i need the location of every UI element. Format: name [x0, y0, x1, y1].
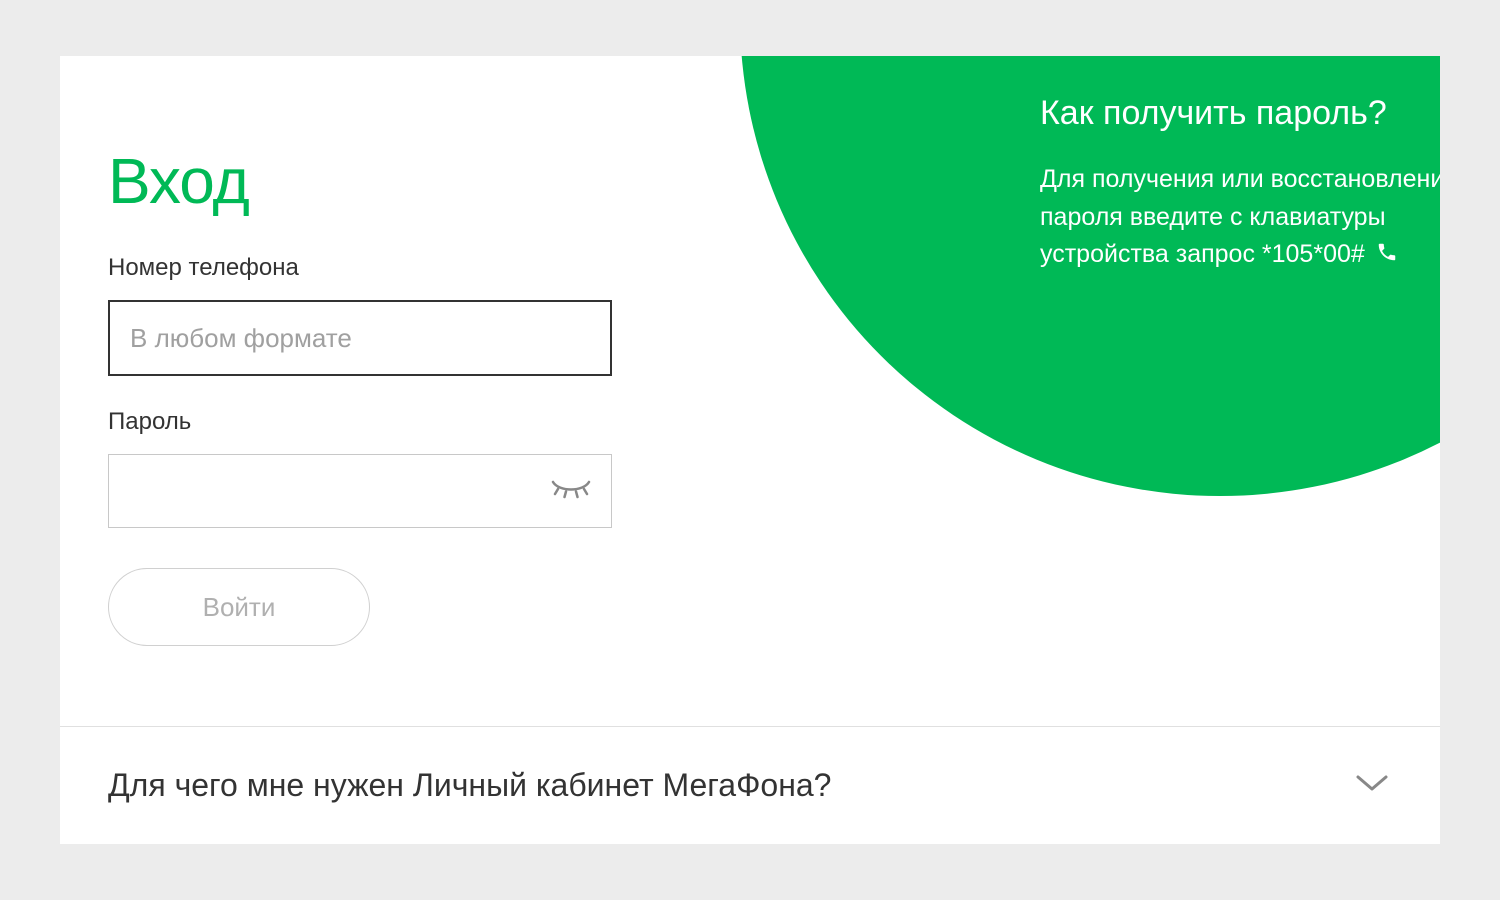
toggle-password-visibility-button[interactable] [549, 476, 593, 506]
password-input-wrapper [108, 454, 612, 528]
login-card: Как получить пароль? Для получения или в… [60, 56, 1440, 844]
chevron-down-icon [1352, 771, 1392, 800]
password-input[interactable] [109, 455, 611, 527]
info-title: Как получить пароль? [1040, 94, 1440, 133]
login-form: Вход Номер телефона Пароль [60, 56, 660, 686]
phone-input[interactable] [110, 302, 610, 374]
page-title: Вход [108, 144, 612, 218]
faq-accordion[interactable]: Для чего мне нужен Личный кабинет МегаФо… [60, 726, 1440, 844]
eye-closed-icon [549, 476, 593, 507]
phone-label: Номер телефона [108, 254, 612, 282]
phone-input-wrapper [108, 300, 612, 376]
phone-icon [1376, 237, 1398, 275]
info-text: Для получения или восстановления пароля … [1040, 161, 1440, 274]
password-info-panel: Как получить пароль? Для получения или в… [740, 56, 1440, 496]
password-label: Пароль [108, 408, 612, 436]
phone-field-group: Номер телефона [108, 254, 612, 376]
accordion-title: Для чего мне нужен Личный кабинет МегаФо… [108, 767, 831, 804]
login-button[interactable]: Войти [108, 568, 370, 646]
password-field-group: Пароль [108, 408, 612, 528]
